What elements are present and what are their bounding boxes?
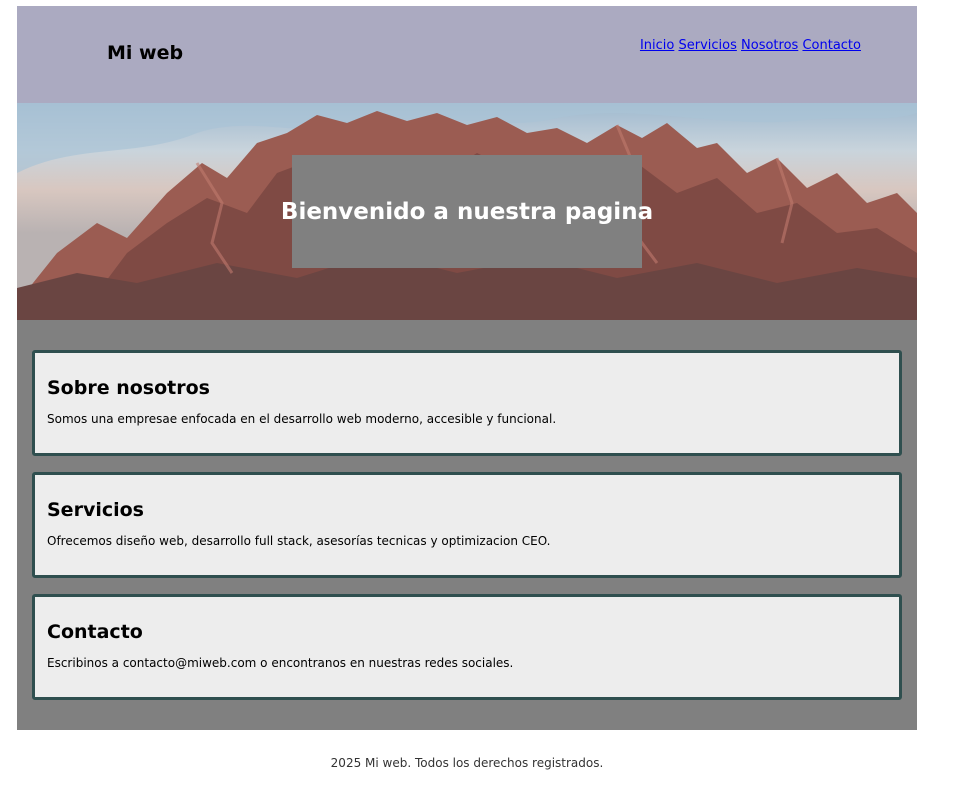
nav-link-nosotros[interactable]: Nosotros: [741, 38, 798, 53]
main-content: Sobre nosotros Somos una empresae enfoca…: [17, 320, 917, 730]
footer-text: 2025 Mi web. Todos los derechos registra…: [330, 756, 604, 770]
nav-link-servicios[interactable]: Servicios: [678, 38, 736, 53]
section-sobre-nosotros: Sobre nosotros Somos una empresae enfoca…: [32, 350, 902, 456]
main-nav: Inicio Servicios Nosotros Contacto: [640, 38, 861, 53]
section-text: Ofrecemos diseño web, desarrollo full st…: [47, 534, 551, 548]
section-servicios: Servicios Ofrecemos diseño web, desarrol…: [32, 472, 902, 578]
section-contacto: Contacto Escribinos a contacto@miweb.com…: [32, 594, 902, 700]
nav-link-contacto[interactable]: Contacto: [802, 38, 861, 53]
page: Mi web Inicio Servicios Nosotros Contact…: [17, 6, 917, 730]
hero-banner: Bienvenido a nuestra pagina: [17, 103, 917, 320]
site-brand: Mi web: [107, 42, 184, 64]
section-text: Somos una empresae enfocada en el desarr…: [47, 412, 557, 426]
nav-link-inicio[interactable]: Inicio: [640, 38, 674, 53]
section-title: Contacto: [47, 621, 143, 643]
hero-title: Bienvenido a nuestra pagina: [281, 155, 653, 268]
section-title: Servicios: [47, 499, 144, 521]
section-text: Escribinos a contacto@miweb.com o encont…: [47, 656, 514, 670]
site-header: Mi web Inicio Servicios Nosotros Contact…: [17, 6, 917, 103]
site-footer: 2025 Mi web. Todos los derechos registra…: [17, 756, 917, 770]
section-title: Sobre nosotros: [47, 377, 210, 399]
